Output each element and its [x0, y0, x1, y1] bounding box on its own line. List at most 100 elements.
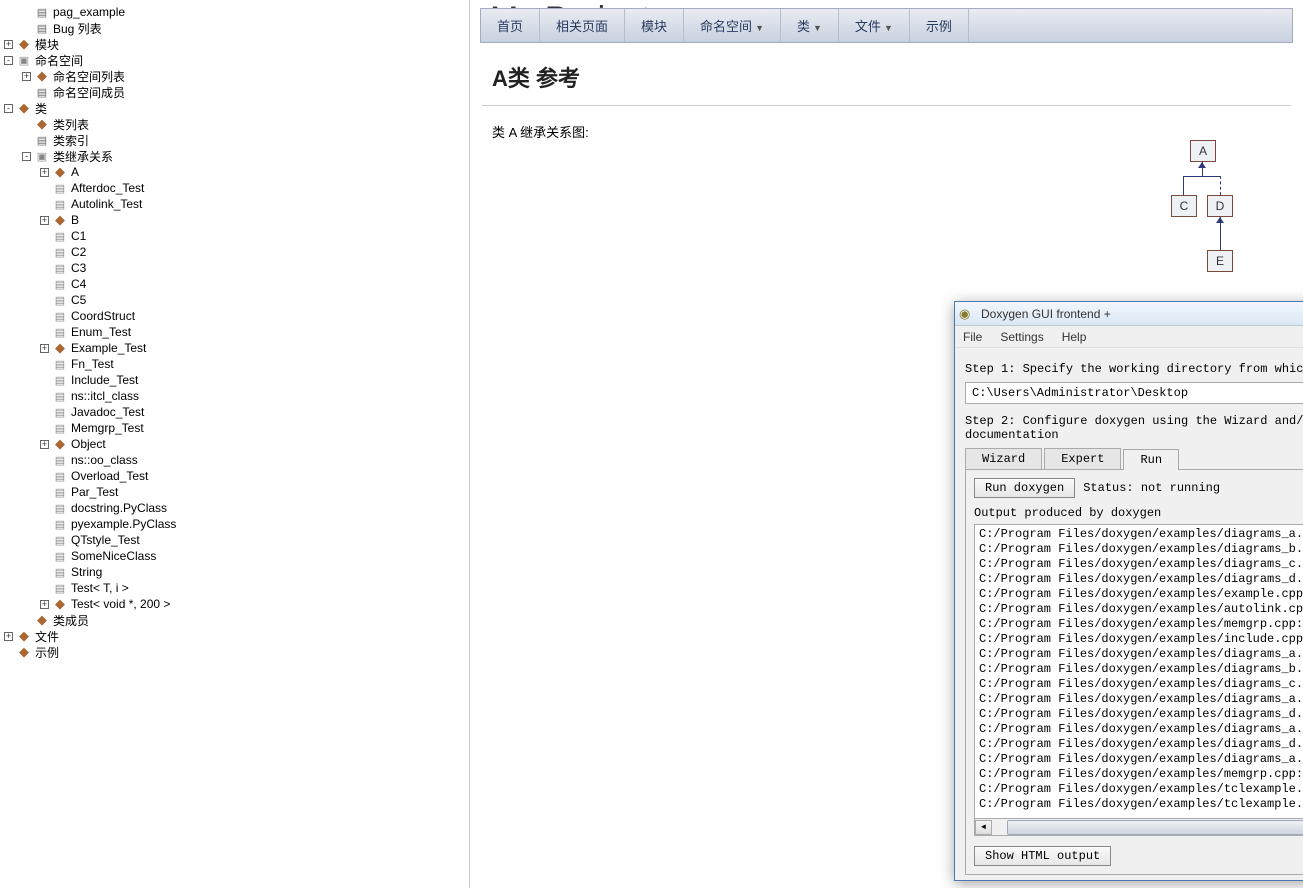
- tree-item[interactable]: C5: [0, 292, 469, 308]
- tree-item[interactable]: +Example_Test: [0, 340, 469, 356]
- tree-item-label: 模块: [35, 36, 59, 53]
- page-title: A类 参考: [470, 43, 1303, 105]
- tree-item-label: pyexample.PyClass: [71, 517, 176, 531]
- tab-home[interactable]: 首页: [481, 9, 540, 42]
- tree-item[interactable]: Enum_Test: [0, 324, 469, 340]
- tree-item[interactable]: Bug 列表: [0, 20, 469, 36]
- hscroll-left-arrow[interactable]: ◄: [975, 820, 992, 835]
- output-hscrollbar[interactable]: ◄ ►: [974, 819, 1303, 836]
- tab-namespaces[interactable]: 命名空间▼: [684, 9, 781, 42]
- diagram-node-d[interactable]: D: [1207, 195, 1233, 217]
- hscroll-thumb[interactable]: [1007, 820, 1303, 835]
- tree-item-label: Fn_Test: [71, 357, 114, 371]
- tree-item[interactable]: Fn_Test: [0, 356, 469, 372]
- tree-item-label: B: [71, 213, 79, 227]
- tree-item[interactable]: Javadoc_Test: [0, 404, 469, 420]
- tree-item-label: Javadoc_Test: [71, 405, 144, 419]
- file-icon: [53, 581, 67, 595]
- tab-wizard[interactable]: Wizard: [965, 448, 1042, 469]
- navigation-tree[interactable]: pag_exampleBug 列表+模块-命名空间+命名空间列表命名空间成员-类…: [0, 0, 470, 888]
- tree-toggle[interactable]: +: [4, 632, 13, 641]
- hscroll-track[interactable]: [992, 820, 1303, 835]
- tree-item[interactable]: docstring.PyClass: [0, 500, 469, 516]
- tree-item[interactable]: CoordStruct: [0, 308, 469, 324]
- tree-item[interactable]: ns::oo_class: [0, 452, 469, 468]
- tree-toggle[interactable]: +: [4, 40, 13, 49]
- tree-item-label: ns::itcl_class: [71, 389, 139, 403]
- tree-item[interactable]: Include_Test: [0, 372, 469, 388]
- tree-toggle[interactable]: -: [4, 56, 13, 65]
- menu-file[interactable]: File: [963, 330, 982, 344]
- diagram-node-c[interactable]: C: [1171, 195, 1197, 217]
- working-dir-input[interactable]: [965, 382, 1303, 404]
- book-icon: [17, 645, 31, 659]
- tab-modules[interactable]: 模块: [625, 9, 684, 42]
- tree-item[interactable]: C1: [0, 228, 469, 244]
- dialog-titlebar[interactable]: ◉ Doxygen GUI frontend + — ▢ ✕: [955, 302, 1303, 326]
- tab-run[interactable]: Run: [1123, 449, 1179, 470]
- file-icon: [53, 533, 67, 547]
- tree-item[interactable]: + Object: [0, 436, 469, 452]
- tab-files[interactable]: 文件▼: [839, 9, 910, 42]
- tree-item-label: ns::oo_class: [71, 453, 138, 467]
- tab-related[interactable]: 相关页面: [540, 9, 625, 42]
- file-icon: [53, 261, 67, 275]
- tree-item-label: 文件: [35, 628, 59, 645]
- tree-item[interactable]: + 文件: [0, 628, 469, 644]
- tree-item[interactable]: C3: [0, 260, 469, 276]
- tree-item[interactable]: 类列表: [0, 116, 469, 132]
- tree-item[interactable]: QTstyle_Test: [0, 532, 469, 548]
- tree-toggle[interactable]: +: [40, 168, 49, 177]
- tree-toggle[interactable]: +: [40, 600, 49, 609]
- tree-item[interactable]: +A: [0, 164, 469, 180]
- book-icon: [53, 341, 67, 355]
- file-icon: [53, 309, 67, 323]
- tree-item[interactable]: -类: [0, 100, 469, 116]
- tree-item[interactable]: 示例: [0, 644, 469, 660]
- file-icon: [53, 357, 67, 371]
- tree-item[interactable]: Autolink_Test: [0, 196, 469, 212]
- tree-item[interactable]: -类继承关系: [0, 148, 469, 164]
- tree-item[interactable]: C4: [0, 276, 469, 292]
- tree-item[interactable]: +命名空间列表: [0, 68, 469, 84]
- diagram-node-e[interactable]: E: [1207, 250, 1233, 272]
- tree-item[interactable]: String: [0, 564, 469, 580]
- tree-item[interactable]: ns::itcl_class: [0, 388, 469, 404]
- tree-item-label: Memgrp_Test: [71, 421, 144, 435]
- doxygen-gui-dialog: ◉ Doxygen GUI frontend + — ▢ ✕ File Sett…: [954, 301, 1303, 881]
- tree-item[interactable]: + Test< void *, 200 >: [0, 596, 469, 612]
- tree-toggle[interactable]: +: [22, 72, 31, 81]
- tree-item[interactable]: +B: [0, 212, 469, 228]
- tree-item[interactable]: 类索引: [0, 132, 469, 148]
- tree-toggle[interactable]: +: [40, 216, 49, 225]
- tree-item[interactable]: Overload_Test: [0, 468, 469, 484]
- tree-item-label: C4: [71, 277, 86, 291]
- tree-item[interactable]: Afterdoc_Test: [0, 180, 469, 196]
- tab-classes[interactable]: 类▼: [781, 9, 839, 42]
- tab-examples[interactable]: 示例: [910, 9, 969, 42]
- tree-item[interactable]: 类成员: [0, 612, 469, 628]
- tab-expert[interactable]: Expert: [1044, 448, 1121, 469]
- tree-toggle[interactable]: +: [40, 440, 49, 449]
- show-html-output-button[interactable]: Show HTML output: [974, 846, 1111, 866]
- run-doxygen-button[interactable]: Run doxygen: [974, 478, 1075, 498]
- diagram-node-a[interactable]: A: [1190, 140, 1216, 162]
- tree-item[interactable]: SomeNiceClass: [0, 548, 469, 564]
- tree-toggle[interactable]: +: [40, 344, 49, 353]
- tree-item[interactable]: Test< T, i >: [0, 580, 469, 596]
- tree-toggle[interactable]: -: [22, 152, 31, 161]
- tree-item[interactable]: Par_Test: [0, 484, 469, 500]
- menu-settings[interactable]: Settings: [1000, 330, 1043, 344]
- tree-item-label: Object: [71, 437, 106, 451]
- tree-item[interactable]: -命名空间: [0, 52, 469, 68]
- tree-item[interactable]: Memgrp_Test: [0, 420, 469, 436]
- tree-item[interactable]: 命名空间成员: [0, 84, 469, 100]
- tree-item[interactable]: + 模块: [0, 36, 469, 52]
- output-textarea[interactable]: C:/Program Files/doxygen/examples/diagra…: [974, 524, 1303, 819]
- tree-item[interactable]: pyexample.PyClass: [0, 516, 469, 532]
- tree-toggle[interactable]: -: [4, 104, 13, 113]
- tree-item[interactable]: C2: [0, 244, 469, 260]
- tree-item[interactable]: pag_example: [0, 4, 469, 20]
- menu-help[interactable]: Help: [1062, 330, 1087, 344]
- tree-item-label: Test< void *, 200 >: [71, 597, 170, 611]
